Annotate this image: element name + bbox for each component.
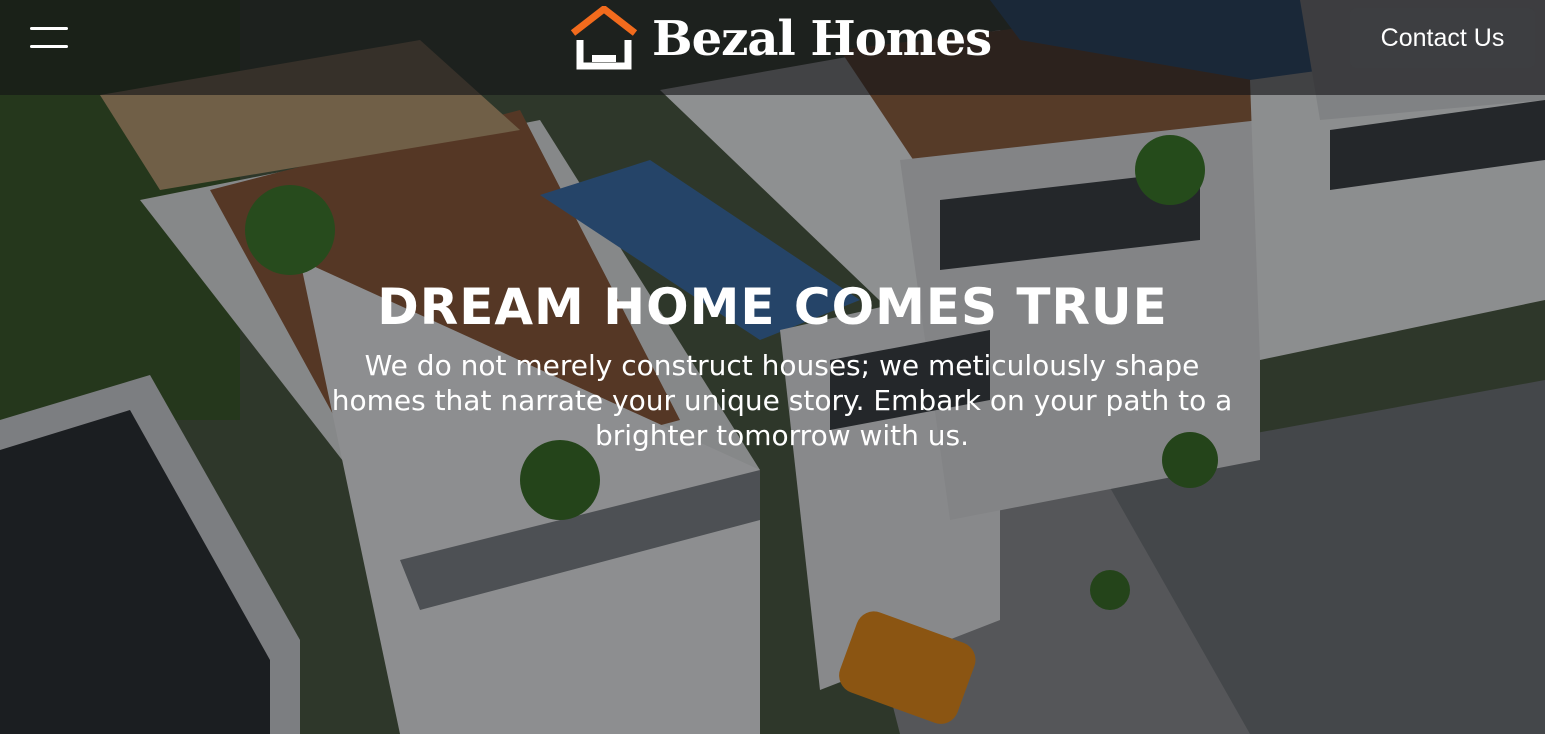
hero-section: DREAM HOME COMES TRUE We do not merely c… <box>0 0 1545 734</box>
house-roof-icon <box>570 6 638 70</box>
logo-wordmark: Bezal Homes <box>652 11 992 67</box>
site-logo[interactable]: Bezal Homes <box>570 0 992 70</box>
menu-line <box>30 27 68 30</box>
hero-headline: DREAM HOME COMES TRUE <box>377 278 1168 336</box>
site-header: Bezal Homes Contact Us <box>0 0 1545 95</box>
contact-us-button[interactable]: Contact Us <box>1350 8 1535 68</box>
menu-line <box>30 45 68 48</box>
hamburger-menu-icon[interactable] <box>30 24 70 52</box>
hero-subtext: We do not merely construct houses; we me… <box>331 349 1233 452</box>
